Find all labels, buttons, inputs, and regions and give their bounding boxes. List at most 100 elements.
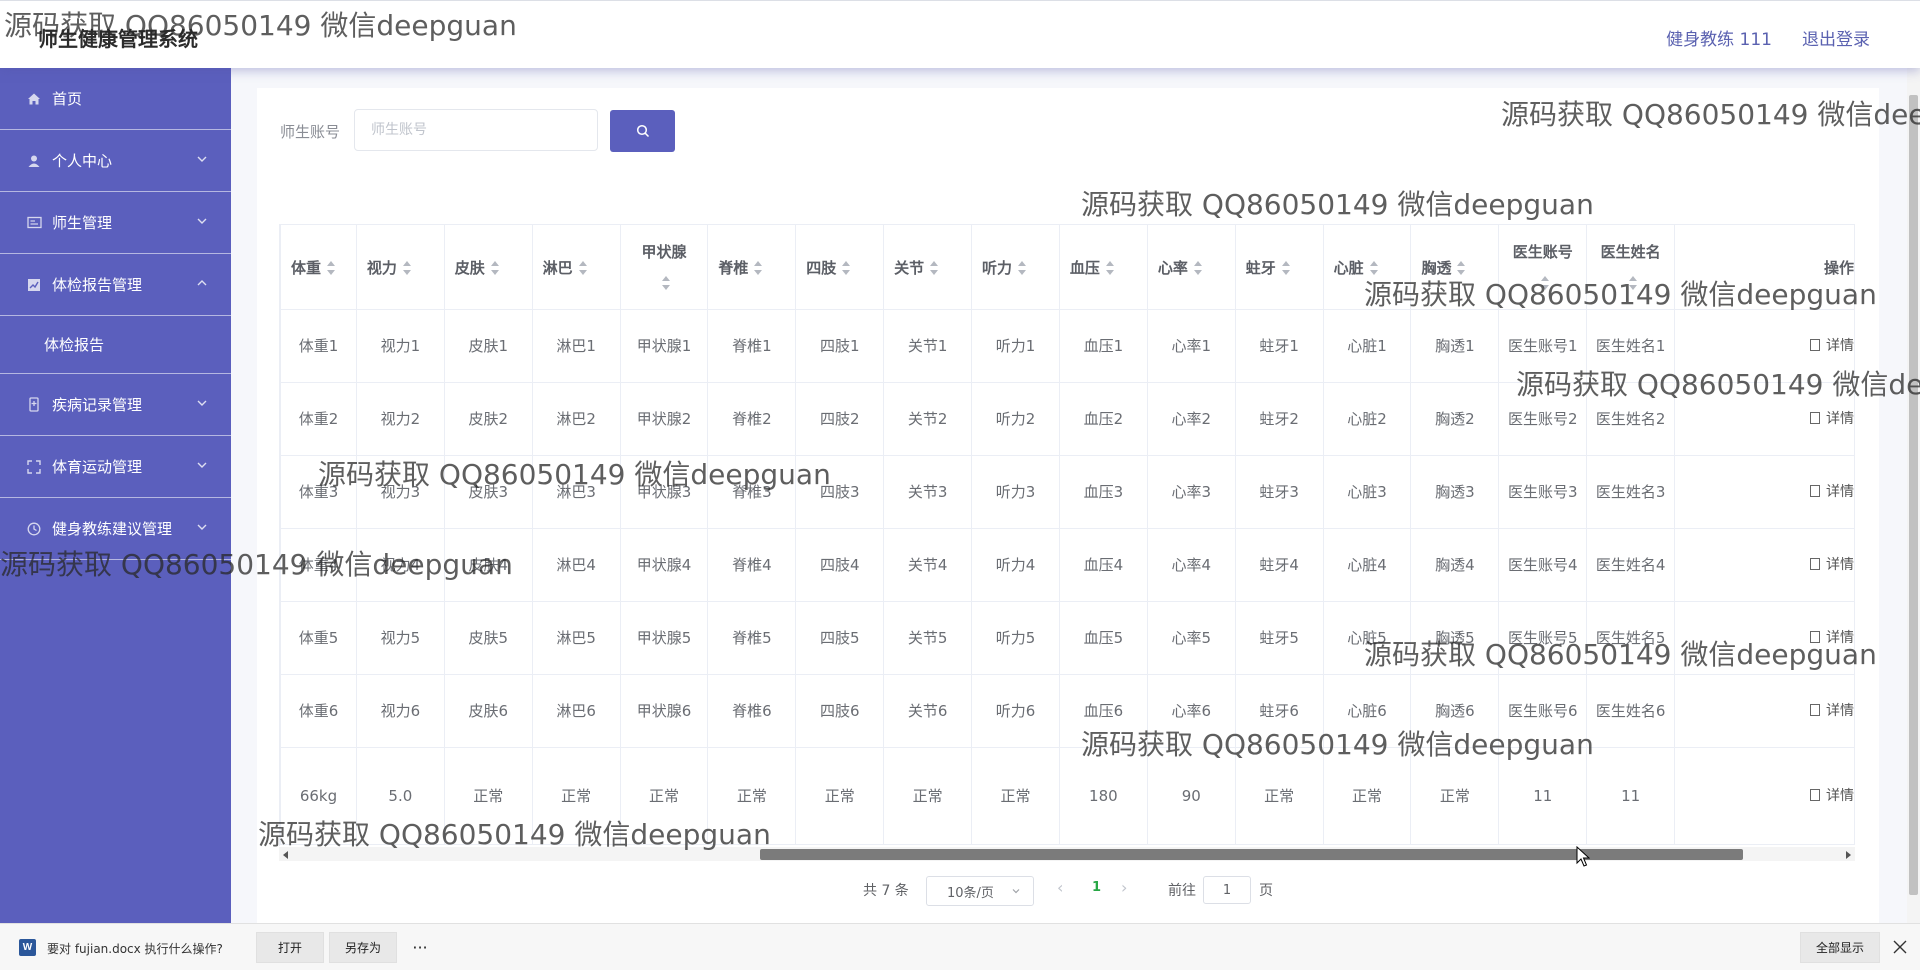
fullscreen-icon [26, 459, 42, 475]
column-header[interactable]: 心率 [1146, 224, 1236, 310]
sidebar-item-report-management[interactable]: 体检报告管理 [0, 254, 231, 316]
table-cell: 体重3 [280, 455, 357, 529]
sidebar-item-label: 健身教练建议管理 [52, 520, 173, 538]
sidebar-item-label: 体检报告 [44, 336, 105, 354]
sidebar-item-coach-advice[interactable]: 健身教练建议管理 [0, 498, 231, 560]
sort-icon[interactable] [754, 261, 763, 275]
sort-icon[interactable] [1281, 261, 1291, 275]
search-input[interactable] [354, 109, 598, 151]
table-cell: 四肢5 [795, 601, 885, 675]
table-cell-actions: 详情 [1674, 455, 1855, 529]
detail-button[interactable]: 详情 [1810, 630, 1854, 646]
sort-icon[interactable] [490, 261, 500, 275]
sort-icon[interactable] [578, 261, 588, 275]
table-cell: 关节3 [883, 455, 973, 529]
medical-icon [26, 397, 42, 413]
column-header[interactable]: 医生账号 [1498, 224, 1588, 310]
sort-icon[interactable] [1193, 261, 1203, 275]
close-icon[interactable] [1888, 935, 1912, 959]
column-header[interactable]: 淋巴 [531, 224, 621, 310]
table-cell: 视力2 [355, 382, 445, 456]
column-header[interactable]: 听力 [971, 224, 1060, 310]
table-cell: 甲状腺3 [619, 455, 709, 529]
column-header[interactable]: 甲状腺 [619, 224, 709, 310]
sort-icon[interactable] [402, 261, 412, 275]
detail-button[interactable]: 详情 [1810, 557, 1854, 573]
table-cell: 皮肤6 [443, 674, 533, 748]
table-cell: 正常 [883, 747, 973, 845]
table-row: 体重5 视力5 皮肤5 淋巴5 甲状腺5 脊椎5 四肢5 关节5 听力5 血压5 心率5 蛀牙5 心脏5… [280, 601, 1855, 675]
show-all-downloads-button[interactable]: 全部显示 [1800, 932, 1880, 963]
column-header[interactable]: 血压 [1058, 224, 1148, 310]
detail-button[interactable]: 详情 [1810, 338, 1854, 354]
page-size-value: 10条/页 [947, 885, 994, 901]
prev-page-button[interactable]: ‹ [1057, 878, 1063, 897]
column-header[interactable]: 皮肤 [443, 224, 533, 310]
sort-icon[interactable] [1541, 275, 1550, 290]
sort-icon[interactable] [662, 275, 671, 290]
column-header[interactable]: 关节 [883, 224, 973, 310]
sidebar-item-teacher-student[interactable]: 师生管理 [0, 192, 231, 254]
sort-icon[interactable] [1629, 275, 1638, 290]
column-header[interactable]: 视力 [355, 224, 445, 310]
table-cell: 四肢1 [795, 309, 885, 383]
table-cell: 医生账号6 [1498, 674, 1588, 748]
column-header-label: 操作 [1823, 258, 1854, 277]
chevron-down-icon [1012, 889, 1020, 894]
sort-icon[interactable] [1369, 261, 1379, 275]
logout-link[interactable]: 退出登录 [1802, 25, 1870, 50]
sort-icon[interactable] [1018, 261, 1027, 275]
column-header[interactable]: 医生姓名 [1586, 224, 1676, 310]
sidebar-item-label: 首页 [52, 90, 83, 108]
column-header[interactable]: 心脏 [1322, 224, 1412, 310]
horizontal-scrollbar-thumb[interactable] [760, 849, 1743, 860]
sort-icon[interactable] [1105, 261, 1115, 275]
sidebar-subitem-report[interactable]: 体检报告 [0, 316, 231, 374]
table-cell: 心率3 [1146, 455, 1236, 529]
page-number[interactable]: 1 [1092, 880, 1101, 895]
table-cell: 心脏2 [1322, 382, 1412, 456]
detail-button[interactable]: 详情 [1810, 788, 1854, 804]
goto-page-input[interactable] [1203, 876, 1251, 904]
scroll-left-arrow[interactable] [283, 851, 288, 859]
sort-icon[interactable] [327, 261, 336, 275]
detail-button[interactable]: 详情 [1810, 703, 1854, 719]
save-as-button[interactable]: 另存为 [329, 932, 397, 963]
table-cell: 淋巴3 [531, 455, 621, 529]
column-header-actions[interactable]: 操作 [1674, 224, 1855, 310]
table-cell-actions: 详情 [1674, 747, 1855, 845]
table-cell: 脊椎1 [707, 309, 797, 383]
scroll-right-arrow[interactable] [1846, 851, 1851, 859]
detail-label: 详情 [1826, 630, 1854, 646]
open-file-button[interactable]: 打开 [256, 932, 324, 963]
sidebar-item-sports-management[interactable]: 体育运动管理 [0, 436, 231, 498]
sidebar-item-disease-records[interactable]: 疾病记录管理 [0, 374, 231, 436]
search-button[interactable] [610, 110, 675, 152]
user-name[interactable]: 健身教练 111 [1666, 25, 1772, 50]
table-cell: 胸透4 [1410, 528, 1500, 602]
sort-icon[interactable] [930, 261, 939, 275]
sort-icon[interactable] [842, 261, 851, 275]
document-icon [1810, 412, 1820, 424]
sidebar-item-home[interactable]: 首页 [0, 68, 231, 130]
detail-button[interactable]: 详情 [1810, 411, 1854, 427]
vertical-scrollbar-thumb[interactable] [1909, 95, 1918, 895]
more-options-button[interactable]: ··· [402, 932, 438, 963]
column-header[interactable]: 蛀牙 [1234, 224, 1324, 310]
app-title: 师生健康管理系统 [38, 27, 198, 51]
column-header[interactable]: 四肢 [795, 224, 885, 310]
next-page-button[interactable]: › [1121, 878, 1127, 897]
table-cell: 医生姓名4 [1586, 528, 1676, 602]
table-cell: 体重2 [280, 382, 357, 456]
column-header[interactable]: 脊椎 [707, 224, 797, 310]
table-cell: 医生姓名5 [1586, 601, 1676, 675]
vertical-scrollbar[interactable] [1907, 60, 1920, 923]
sidebar-item-personal-center[interactable]: 个人中心 [0, 130, 231, 192]
column-header[interactable]: 胸透 [1410, 224, 1500, 310]
detail-button[interactable]: 详情 [1810, 484, 1854, 500]
sort-icon[interactable] [1457, 261, 1466, 275]
chart-icon [26, 277, 42, 293]
column-header[interactable]: 体重 [280, 224, 357, 310]
page-size-select[interactable]: 10条/页 [926, 876, 1034, 906]
horizontal-scrollbar[interactable] [279, 847, 1855, 861]
